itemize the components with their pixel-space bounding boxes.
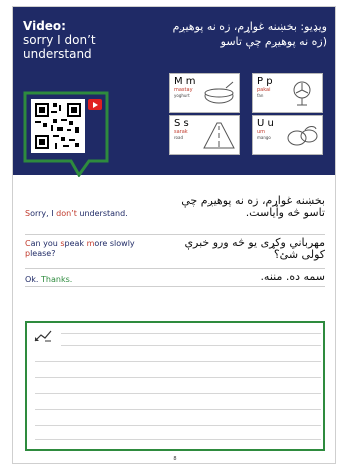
phrase-ps: بخښنه غواړم، زه نه پوهيږم چې تاسو څه وای… bbox=[181, 194, 325, 219]
phrase-en-text: an you bbox=[30, 239, 61, 248]
card-letter: P p bbox=[257, 76, 273, 87]
phrase-en-hl: don’t bbox=[56, 209, 77, 218]
phrase-en: Sorry, I don’t understand. bbox=[25, 209, 128, 219]
card-gloss: fan bbox=[257, 93, 264, 98]
phrase-en-text: understand. bbox=[76, 209, 128, 218]
page-number: 8 bbox=[173, 456, 177, 462]
phrase-en-text: lease? bbox=[30, 249, 56, 258]
qr-code-icon bbox=[33, 101, 83, 151]
card-letter: M m bbox=[174, 76, 196, 87]
writing-line bbox=[61, 345, 321, 346]
letter-card-p: P p pakai fan bbox=[252, 73, 323, 113]
phrase-row-sorry: Sorry, I don’t understand. بخښنه غواړم، … bbox=[25, 191, 325, 235]
letter-card-m: M m mastay yoghurt bbox=[169, 73, 240, 113]
header-title-en: Video: sorry I don’t understand bbox=[23, 19, 153, 61]
phrase-ps: مهرباني وکړی یو څه ورو خبرې کولی شئ؟ bbox=[184, 236, 325, 261]
play-icon[interactable] bbox=[88, 99, 102, 110]
qr-code[interactable] bbox=[31, 99, 85, 153]
letter-card-s: S s sarak road bbox=[169, 115, 240, 155]
writing-line bbox=[35, 439, 321, 440]
letter-card-u: U u um mango bbox=[252, 115, 323, 155]
phrase-ps: سمه ده. مننه. bbox=[260, 270, 325, 283]
writing-line bbox=[35, 393, 321, 394]
phrase-en-text: ore slowly bbox=[94, 239, 135, 248]
card-letter: U u bbox=[257, 118, 274, 129]
title-en: sorry I don’t understand bbox=[23, 33, 96, 61]
card-letter: S s bbox=[174, 118, 189, 129]
road-icon bbox=[203, 122, 235, 149]
phrase-row-slowly: Can you speak more slowly please? مهربان… bbox=[25, 235, 325, 269]
writing-line bbox=[35, 377, 321, 378]
card-gloss: road bbox=[174, 135, 183, 140]
phrase-en-text: orry, I bbox=[30, 209, 57, 218]
writing-practice-box[interactable] bbox=[25, 321, 325, 451]
card-gloss: yoghurt bbox=[174, 93, 190, 98]
phrase-en: Can you speak more slowly please? bbox=[25, 239, 145, 259]
yoghurt-bowl-icon bbox=[204, 81, 234, 104]
header-title-ps: ويډيو: بخښنه غواړم، زه نه پوهيږم (زه نه … bbox=[172, 20, 327, 48]
phrase-en-hl: Thanks. bbox=[41, 275, 73, 284]
video-label: Video: bbox=[23, 19, 66, 33]
pencil-hand-icon bbox=[34, 330, 52, 342]
phrase-en-text: peak bbox=[64, 239, 87, 248]
header-banner: Video: sorry I don’t understand ويډيو: ب… bbox=[13, 7, 335, 177]
writing-line bbox=[35, 409, 321, 410]
card-gloss: mango bbox=[257, 135, 271, 140]
phrase-en-text: Ok. bbox=[25, 275, 42, 284]
writing-line bbox=[35, 361, 321, 362]
writing-line bbox=[61, 333, 321, 334]
fan-icon bbox=[293, 81, 311, 106]
phrase-en: Ok. Thanks. bbox=[25, 275, 72, 285]
phrase-row-thanks: Ok. Thanks. سمه ده. مننه. bbox=[25, 269, 325, 287]
writing-line bbox=[35, 425, 321, 426]
mango-icon bbox=[287, 126, 318, 146]
worksheet-page: Video: sorry I don’t understand ويډيو: ب… bbox=[12, 6, 336, 464]
